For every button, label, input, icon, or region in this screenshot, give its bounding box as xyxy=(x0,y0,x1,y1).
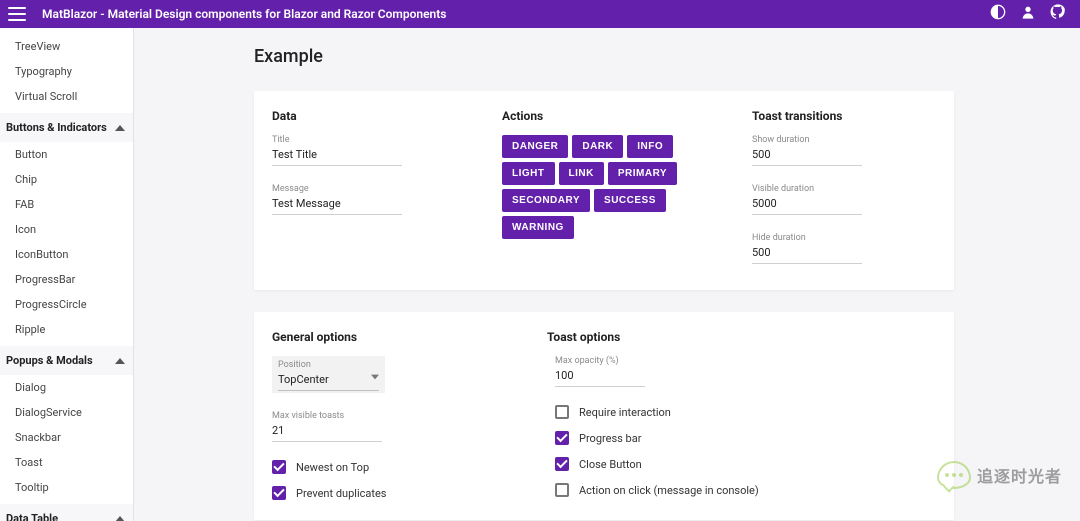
position-select[interactable]: Position TopCenter xyxy=(272,356,385,393)
sidebar-item[interactable]: Snackbar xyxy=(0,425,133,450)
main-content: Example Data Title Message xyxy=(134,28,1080,521)
sidebar-category[interactable]: Popups & Modals xyxy=(0,346,133,375)
checkbox-box xyxy=(272,486,286,500)
sidebar-item[interactable]: Chip xyxy=(0,167,133,192)
duration-input[interactable] xyxy=(752,244,862,264)
checkbox-label: Newest on Top xyxy=(296,461,369,474)
data-section: Data Title Message xyxy=(272,109,462,282)
sidebar-item[interactable]: Toast xyxy=(0,450,133,475)
field-label: Message xyxy=(272,184,462,194)
sidebar-item[interactable]: ProgressCircle xyxy=(0,292,133,317)
field-label: Max opacity (%) xyxy=(555,356,936,366)
chevron-down-icon xyxy=(371,370,379,385)
page-title: Example xyxy=(254,46,1080,67)
action-button-link[interactable]: LINK xyxy=(559,162,604,185)
sidebar-category[interactable]: Buttons & Indicators xyxy=(0,113,133,142)
checkbox-label: Prevent duplicates xyxy=(296,487,386,500)
menu-icon[interactable] xyxy=(8,7,26,21)
sidebar-item[interactable]: IconButton xyxy=(0,242,133,267)
toast-options-section: Toast options Max opacity (%) Require in… xyxy=(512,330,936,512)
max-visible-input[interactable] xyxy=(272,422,382,442)
section-title: Toast transitions xyxy=(752,109,936,123)
chevron-up-icon xyxy=(115,356,125,366)
sidebar-item[interactable]: Icon xyxy=(0,217,133,242)
action-button-danger[interactable]: DANGER xyxy=(502,135,568,158)
action-button-primary[interactable]: PRIMARY xyxy=(608,162,677,185)
sidebar-item[interactable]: Tooltip xyxy=(0,475,133,500)
field-label: Max visible toasts xyxy=(272,411,472,421)
field-label: Show duration xyxy=(752,135,936,145)
message-field[interactable]: Message xyxy=(272,184,462,215)
sidebar-item[interactable]: FAB xyxy=(0,192,133,217)
duration-field[interactable]: Visible duration xyxy=(752,184,936,215)
checkbox[interactable]: Newest on Top xyxy=(272,460,472,474)
field-label: Hide duration xyxy=(752,233,936,243)
checkbox-label: Action on click (message in console) xyxy=(579,484,759,497)
options-card: General options Position TopCenter Max v… xyxy=(254,312,954,520)
sidebar-item[interactable]: Ripple xyxy=(0,317,133,342)
checkbox[interactable]: Close Button xyxy=(555,457,936,471)
checkbox[interactable]: Require interaction xyxy=(555,405,936,419)
duration-field[interactable]: Hide duration xyxy=(752,233,936,264)
checkbox-label: Progress bar xyxy=(579,432,641,445)
actions-section: Actions DANGERDARKINFO LIGHTLINKPRIMARY SE… xyxy=(502,109,712,282)
app-title: MatBlazor - Material Design components f… xyxy=(42,7,990,21)
action-button-light[interactable]: LIGHT xyxy=(502,162,555,185)
account-icon[interactable] xyxy=(1020,4,1036,24)
action-button-secondary[interactable]: SECONDARY xyxy=(502,189,590,212)
general-section: General options Position TopCenter Max v… xyxy=(272,330,472,512)
appbar-actions xyxy=(990,4,1066,24)
sidebar-item[interactable]: DialogService xyxy=(0,400,133,425)
sidebar-item[interactable]: Typography xyxy=(0,59,133,84)
appbar: MatBlazor - Material Design components f… xyxy=(0,0,1080,28)
opacity-input[interactable] xyxy=(555,367,645,387)
sidebar-item[interactable]: TreeView xyxy=(0,34,133,59)
example-card: Data Title Message Actions DANGERDARKINF… xyxy=(254,91,954,290)
sidebar-item[interactable]: Button xyxy=(0,142,133,167)
max-visible-field[interactable]: Max visible toasts xyxy=(272,411,472,442)
sidebar-item[interactable]: Virtual Scroll xyxy=(0,84,133,109)
title-input[interactable] xyxy=(272,146,402,166)
opacity-field[interactable]: Max opacity (%) xyxy=(555,356,936,387)
chevron-up-icon xyxy=(115,123,125,133)
section-title: General options xyxy=(272,330,472,344)
field-label: Title xyxy=(272,135,462,145)
title-field[interactable]: Title xyxy=(272,135,462,166)
checkbox-box xyxy=(555,483,569,497)
action-button-info[interactable]: INFO xyxy=(627,135,673,158)
duration-field[interactable]: Show duration xyxy=(752,135,936,166)
duration-input[interactable] xyxy=(752,195,862,215)
checkbox-box xyxy=(555,457,569,471)
checkbox-label: Require interaction xyxy=(579,406,671,419)
checkbox[interactable]: Progress bar xyxy=(555,431,936,445)
action-buttons: DANGERDARKINFO LIGHTLINKPRIMARY SECONDARYS… xyxy=(502,135,712,239)
field-label: Position xyxy=(278,360,379,370)
checkbox[interactable]: Prevent duplicates xyxy=(272,486,472,500)
checkbox-box xyxy=(272,460,286,474)
chevron-up-icon xyxy=(115,514,125,521)
action-button-success[interactable]: SUCCESS xyxy=(594,189,666,212)
action-button-warning[interactable]: WARNING xyxy=(502,216,574,239)
checkbox[interactable]: Action on click (message in console) xyxy=(555,483,936,497)
field-label: Visible duration xyxy=(752,184,936,194)
checkbox-box xyxy=(555,431,569,445)
sidebar: TreeViewTypographyVirtual Scroll Buttons… xyxy=(0,28,134,521)
checkbox-label: Close Button xyxy=(579,458,642,471)
action-button-dark[interactable]: DARK xyxy=(572,135,623,158)
checkbox-box xyxy=(555,405,569,419)
sidebar-category[interactable]: Data Table xyxy=(0,504,133,521)
sidebar-item[interactable]: ProgressBar xyxy=(0,267,133,292)
theme-toggle-icon[interactable] xyxy=(990,4,1006,24)
github-icon[interactable] xyxy=(1050,4,1066,24)
section-title: Toast options xyxy=(547,330,936,344)
duration-input[interactable] xyxy=(752,146,862,166)
section-title: Actions xyxy=(502,109,712,123)
sidebar-item[interactable]: Dialog xyxy=(0,375,133,400)
section-title: Data xyxy=(272,109,462,123)
message-input[interactable] xyxy=(272,195,402,215)
transitions-section: Toast transitions Show duration Visible d… xyxy=(752,109,936,282)
position-value: TopCenter xyxy=(278,371,379,391)
